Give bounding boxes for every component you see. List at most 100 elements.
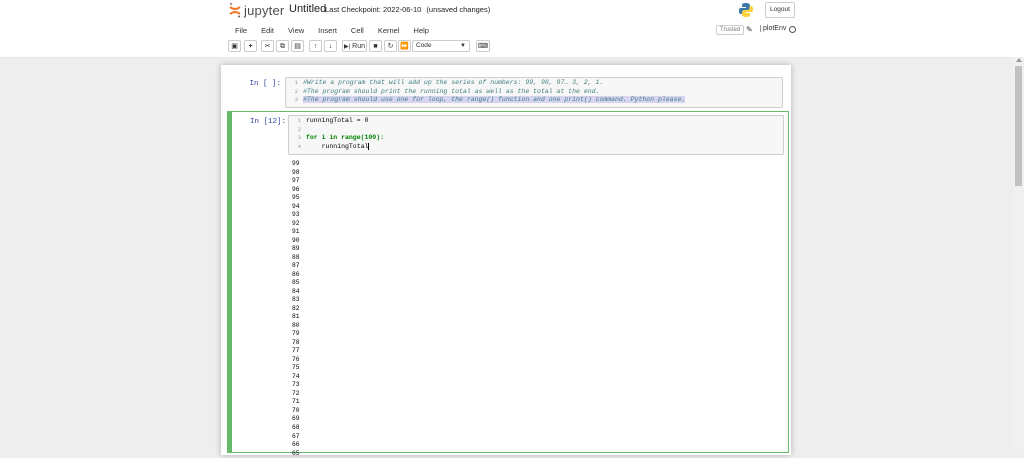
kernel-idle-indicator-icon <box>789 26 796 33</box>
output-line: 84 <box>292 287 300 295</box>
output-line: 72 <box>292 389 300 397</box>
trusted-badge[interactable]: Trusted <box>716 25 745 35</box>
cell-type-select[interactable]: Code ▼ <box>412 40 470 52</box>
code-line: 2 #The program should print the running t… <box>294 87 600 95</box>
output-line: 94 <box>292 202 300 210</box>
kernel-name[interactable]: plotEnv <box>760 25 786 32</box>
output-line: 81 <box>292 313 300 321</box>
scissors-icon: ✂ <box>264 43 271 50</box>
output-line: 83 <box>292 296 300 304</box>
output-line: 92 <box>292 219 300 227</box>
output-line: 71 <box>292 398 300 406</box>
notebook-title[interactable]: Untitled <box>289 3 326 15</box>
output-line: 91 <box>292 228 300 236</box>
stop-icon: ■ <box>373 43 378 50</box>
restart-button[interactable]: ↻ <box>384 40 397 52</box>
output-line: 95 <box>292 194 300 202</box>
code-line: 1 #Write a program that will add up the s… <box>294 79 604 86</box>
input-prompt: In [ ]: <box>249 80 281 88</box>
interrupt-button[interactable]: ■ <box>369 40 382 52</box>
copy-button[interactable]: ⧉ <box>276 40 289 52</box>
output-line: 89 <box>292 245 300 253</box>
menu-view[interactable]: View <box>281 23 311 37</box>
insert-cell-button[interactable]: + <box>244 40 257 52</box>
plus-icon: + <box>248 43 253 50</box>
cell-output: 99 98 97 96 95 94 93 92 91 90 89 88 87 86 85 84 83 82 81 80… <box>292 160 300 458</box>
menu-bar: File Edit View Insert Cell Kernel Help <box>228 23 436 37</box>
logout-button[interactable]: Logout <box>765 2 795 18</box>
output-line: 87 <box>292 262 300 270</box>
code-line: 2 <box>297 125 301 133</box>
fast-forward-icon: ⏩ <box>400 43 409 50</box>
command-palette-button[interactable]: ⌨ <box>476 40 490 52</box>
notebook-header: jupyter Untitled Last Checkpoint: 2022-0… <box>0 0 1024 58</box>
restart-run-all-button[interactable]: ⏩ <box>398 40 411 52</box>
output-line: 85 <box>292 279 300 287</box>
copy-icon: ⧉ <box>280 43 285 50</box>
output-line: 75 <box>292 364 300 372</box>
move-down-button[interactable]: ↓ <box>324 40 337 52</box>
menu-cell[interactable]: Cell <box>344 23 371 37</box>
save-button[interactable]: ▣ <box>228 40 241 52</box>
notebook-container: In [ ]: 1 #Write a program that will add … <box>221 65 791 457</box>
menu-edit[interactable]: Edit <box>254 23 281 37</box>
run-label: Run <box>352 43 365 50</box>
output-line: 78 <box>292 338 300 346</box>
output-line: 96 <box>292 185 300 193</box>
output-line: 98 <box>292 168 300 176</box>
page-scrollbar[interactable] <box>1013 57 1024 450</box>
output-line: 69 <box>292 415 300 423</box>
text-cursor <box>368 142 370 150</box>
cut-button[interactable]: ✂ <box>261 40 274 52</box>
code-editor[interactable]: 1 #Write a program that will add up the s… <box>285 77 783 108</box>
output-line: 88 <box>292 253 300 261</box>
move-up-button[interactable]: ↑ <box>309 40 322 52</box>
output-line: 77 <box>292 347 300 355</box>
output-line: 74 <box>292 372 300 380</box>
save-icon: ▣ <box>231 43 238 50</box>
jupyter-logo[interactable]: jupyter <box>229 1 284 19</box>
code-cell[interactable]: In [ ]: 1 #Write a program that will add … <box>227 77 783 108</box>
output-line: 65 <box>292 449 300 457</box>
python-logo-icon <box>738 2 754 18</box>
checkpoint-status: Last Checkpoint: 2022-06-10 (unsaved cha… <box>325 5 490 14</box>
output-line: 99 <box>292 160 300 167</box>
output-line: 76 <box>292 355 300 363</box>
unsaved-indicator: (unsaved changes) <box>426 5 491 14</box>
chevron-down-icon: ▼ <box>460 43 466 49</box>
menu-kernel[interactable]: Kernel <box>371 23 407 37</box>
logo-text: jupyter <box>244 2 285 18</box>
code-line: 3 #The program should use one for loop, t… <box>294 96 686 103</box>
jupyter-mark-icon <box>229 2 241 18</box>
pencil-icon[interactable]: ✎ <box>746 25 753 34</box>
output-line: 86 <box>292 270 300 278</box>
paste-button[interactable]: ▤ <box>291 40 304 52</box>
output-line: 68 <box>292 423 300 431</box>
code-line: 1 runningTotal = 0 <box>297 117 369 124</box>
code-line: 3 for i in range(100): <box>297 134 385 141</box>
cell-type-value: Code <box>416 42 432 49</box>
scroll-up-icon[interactable] <box>1016 58 1022 62</box>
menu-help[interactable]: Help <box>407 23 436 37</box>
code-editor[interactable]: 1 runningTotal = 0 2 3 for i in range(100)… <box>288 115 784 155</box>
run-button[interactable]: ▶| Run <box>342 40 367 52</box>
output-line: 67 <box>292 432 300 440</box>
arrow-down-icon: ↓ <box>328 43 333 50</box>
code-cell-selected[interactable]: In [12]: 1 runningTotal = 0 2 3 for i in r… <box>227 111 789 457</box>
menu-insert[interactable]: Insert <box>311 23 344 37</box>
arrow-up-icon: ↑ <box>313 43 318 50</box>
scrollbar-thumb[interactable] <box>1015 66 1022 186</box>
output-line: 66 <box>292 441 300 449</box>
checkpoint-label: Last Checkpoint: 2022-06-10 <box>325 5 422 14</box>
step-forward-icon: ▶| <box>344 44 351 50</box>
output-line: 79 <box>292 330 300 338</box>
restart-icon: ↻ <box>387 43 394 50</box>
output-line: 70 <box>292 406 300 414</box>
menu-file[interactable]: File <box>228 23 254 37</box>
paste-icon: ▤ <box>294 43 301 50</box>
output-line: 73 <box>292 381 300 389</box>
output-line: 93 <box>292 211 300 219</box>
keyboard-icon: ⌨ <box>477 43 489 50</box>
code-line: 4 runningTotal <box>297 142 370 150</box>
input-prompt: In [12]: <box>249 118 286 126</box>
